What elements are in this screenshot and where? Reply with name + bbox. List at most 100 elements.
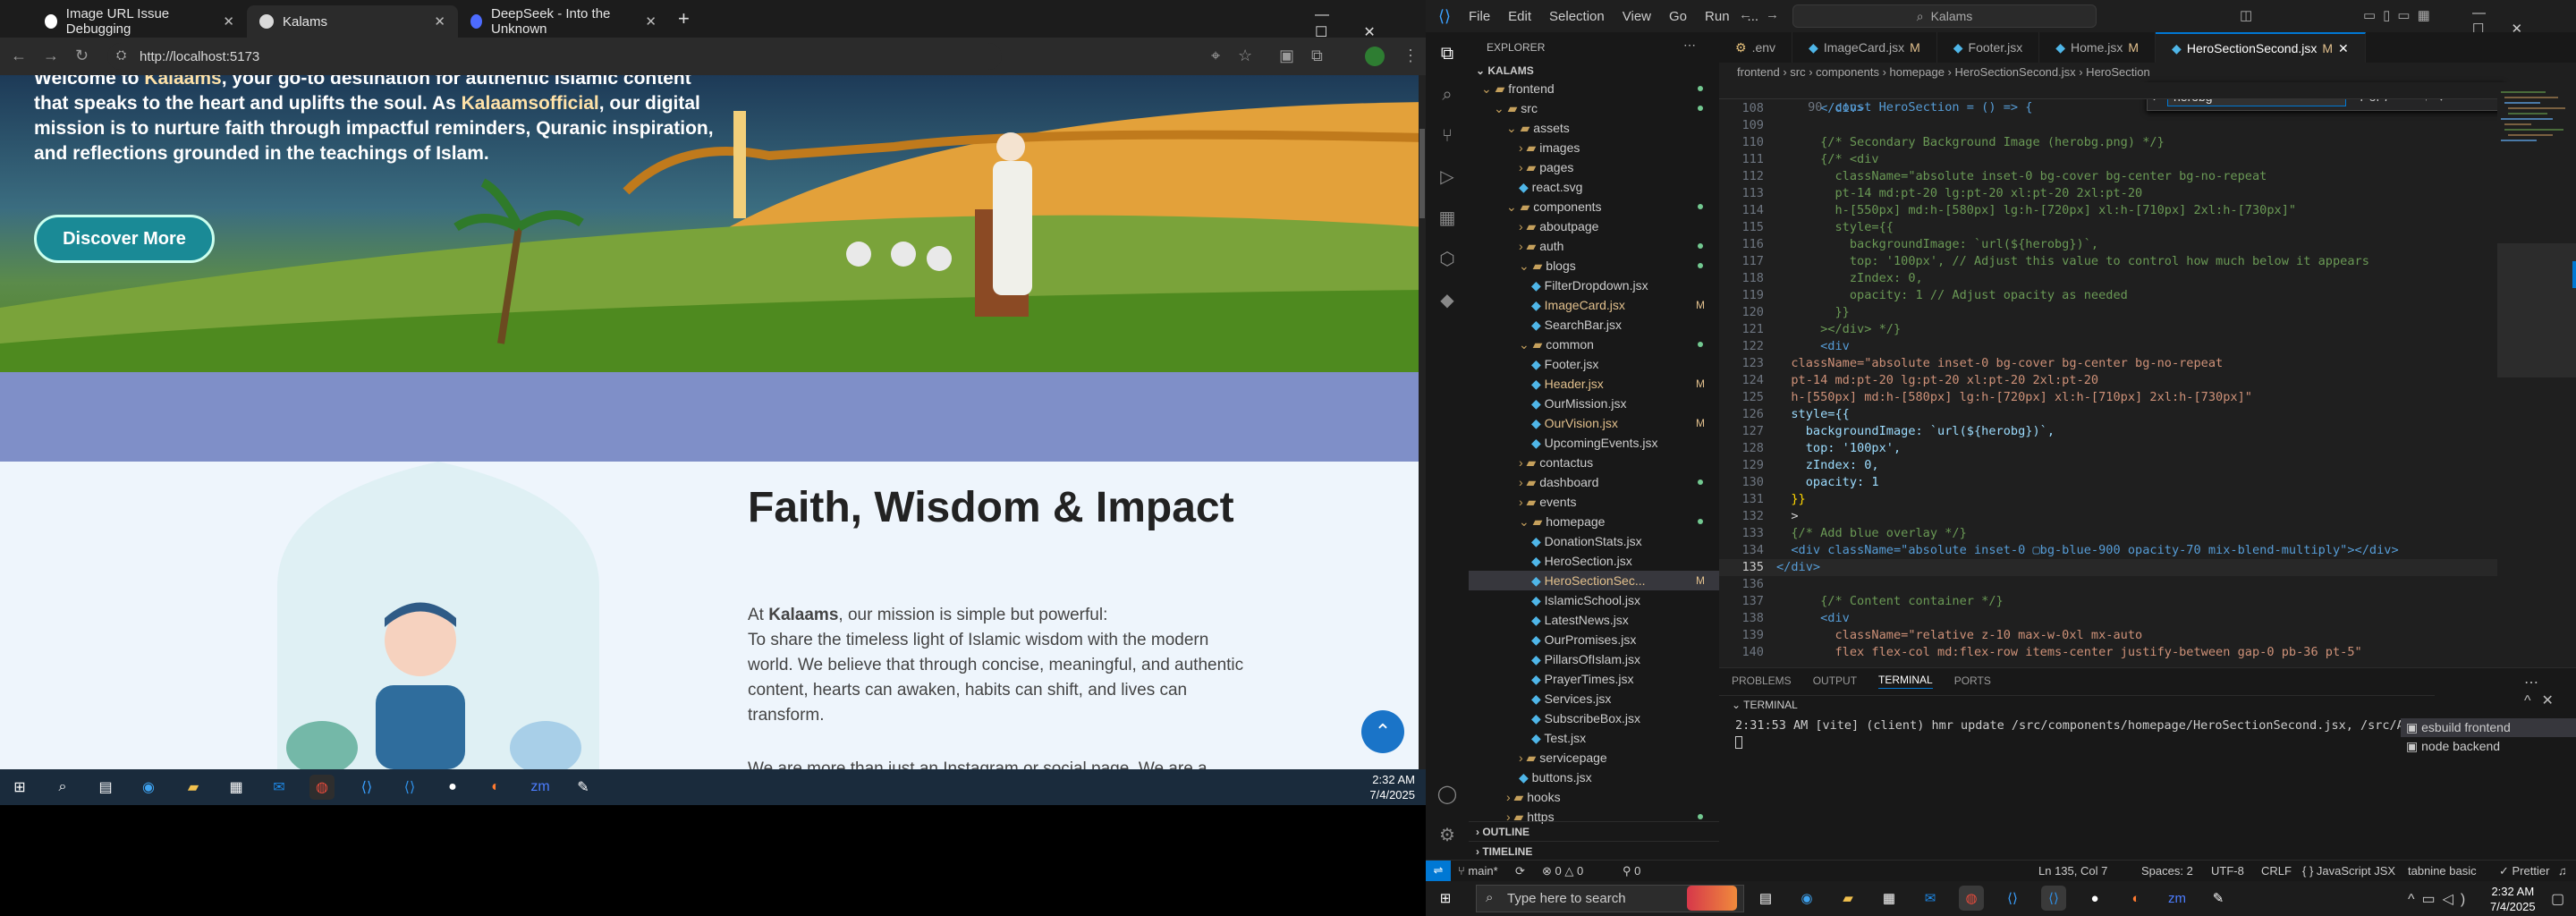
tree-folder[interactable]: › ▰ servicepage	[1469, 748, 1719, 768]
scrollbar-thumb[interactable]	[1419, 129, 1425, 218]
tree-file[interactable]: ◆ buttons.jsx	[1469, 768, 1719, 787]
problems-indicator[interactable]: ⊗ 0 △ 0	[1542, 864, 1583, 878]
tree-folder[interactable]: ⌄ ▰ src	[1469, 98, 1719, 118]
notifications-bell-icon[interactable]: ♫	[2558, 864, 2567, 878]
tree-folder[interactable]: ⌄ ▰ common	[1469, 335, 1719, 354]
tree-file[interactable]: ◆ OurMission.jsx	[1469, 394, 1719, 413]
workspace-root[interactable]: ⌄ KALAMS	[1469, 61, 1719, 81]
code-line[interactable]: 122 <div	[1719, 338, 2497, 355]
code-line[interactable]: 110 {/* Secondary Background Image (hero…	[1719, 134, 2497, 151]
terminal-output[interactable]: 2:31:53 AM [vite] (client) hmr update /s…	[1735, 718, 2484, 733]
menu-file[interactable]: File	[1469, 9, 1490, 24]
tree-file[interactable]: ◆ OurPromises.jsx	[1469, 630, 1719, 649]
tree-file[interactable]: ◆ Footer.jsx	[1469, 354, 1719, 374]
remote-indicator-icon[interactable]: ⇌	[1426, 861, 1451, 882]
encoding[interactable]: UTF-8	[2211, 864, 2244, 878]
tree-file[interactable]: ◆ HeroSectionSec... M	[1469, 571, 1719, 590]
editor-tab[interactable]: ◆ ImageCard.jsx M	[1792, 32, 1937, 63]
settings-gear-icon[interactable]: ⚙	[1436, 825, 1458, 846]
tree-file[interactable]: ◆ DonationStats.jsx	[1469, 531, 1719, 551]
remote-icon[interactable]: ⬡	[1436, 249, 1458, 270]
tree-folder[interactable]: › ▰ hooks	[1469, 787, 1719, 807]
prettier-status[interactable]: ✓ Prettier	[2499, 864, 2549, 878]
menu-go[interactable]: Go	[1669, 9, 1687, 24]
bookmark-star-icon[interactable]: ☆	[1238, 47, 1252, 65]
back-icon[interactable]: ←	[11, 47, 27, 65]
extensions-icon[interactable]: ▦	[1436, 208, 1458, 229]
code-line[interactable]: 111 {/* <div	[1719, 151, 2497, 168]
code-line[interactable]: 123 className="absolute inset-0 bg-cover…	[1719, 355, 2497, 372]
timeline-section[interactable]: › TIMELINE	[1469, 841, 1719, 861]
panel-tab-ports[interactable]: PORTS	[1954, 674, 1991, 687]
file-explorer-icon[interactable]: ▰	[181, 775, 206, 800]
paint-icon[interactable]: ✎	[2206, 886, 2231, 911]
code-line[interactable]: 120 }}	[1719, 304, 2497, 321]
indentation[interactable]: Spaces: 2	[2141, 864, 2193, 878]
code-line[interactable]: 117 top: '100px', // Adjust this value t…	[1719, 253, 2497, 270]
code-line[interactable]: 126 style={{	[1719, 406, 2497, 423]
tree-folder[interactable]: › ▰ pages	[1469, 157, 1719, 177]
menu-run[interactable]: Run	[1705, 9, 1730, 24]
tree-file[interactable]: ◆ Header.jsx M	[1469, 374, 1719, 394]
code-line[interactable]: 112 className="absolute inset-0 bg-cover…	[1719, 168, 2497, 185]
command-center-search[interactable]: ⌕ Kalams	[1792, 4, 2097, 28]
discover-more-button[interactable]: Discover More	[34, 215, 215, 263]
tree-file[interactable]: ◆ UpcomingEvents.jsx	[1469, 433, 1719, 453]
code-line[interactable]: 128 top: '100px',	[1719, 440, 2497, 457]
windows-start-icon[interactable]: ⊞	[1433, 886, 1458, 911]
tree-folder[interactable]: ⌄ ▰ assets	[1469, 118, 1719, 138]
minimap[interactable]	[2497, 82, 2576, 667]
line-ending[interactable]: CRLF	[2261, 864, 2292, 878]
menu-icon[interactable]: ⋮	[1402, 47, 1419, 65]
source-control-icon[interactable]: ⑂	[1436, 125, 1458, 147]
menu-selection[interactable]: Selection	[1549, 9, 1605, 24]
forward-icon[interactable]: →	[43, 47, 59, 65]
tree-folder[interactable]: ⌄ ▰ components	[1469, 197, 1719, 216]
profile-avatar[interactable]	[1365, 47, 1385, 66]
postman-icon[interactable]: ◐	[483, 775, 508, 800]
git-branch[interactable]: ⑂ main*	[1458, 864, 1498, 878]
editor-tab[interactable]: ◆ Footer.jsx	[1937, 32, 2040, 63]
tree-file[interactable]: ◆ Test.jsx	[1469, 728, 1719, 748]
vscode-icon[interactable]: ⟨⟩	[2041, 886, 2066, 911]
vscode-insiders-icon[interactable]: ⟨⟩	[2000, 886, 2025, 911]
file-explorer-icon[interactable]: ▰	[1835, 886, 1860, 911]
code-line[interactable]: 109	[1719, 117, 2497, 134]
nav-forward-icon[interactable]: →	[1766, 7, 1779, 22]
code-line[interactable]: 125 h-[550px] md:h-[580px] lg:h-[720px] …	[1719, 389, 2497, 406]
tree-folder[interactable]: ⌄ ▰ blogs	[1469, 256, 1719, 276]
tree-file[interactable]: ◆ PrayerTimes.jsx	[1469, 669, 1719, 689]
tree-file[interactable]: ◆ SearchBar.jsx	[1469, 315, 1719, 335]
account-icon[interactable]: ◯	[1436, 784, 1458, 805]
terminal-instance[interactable]: ▣ node backend	[2401, 737, 2576, 756]
code-line[interactable]: 124 pt-14 md:pt-20 lg:pt-20 xl:pt-20 2xl…	[1719, 372, 2497, 389]
tree-file[interactable]: ◆ react.svg	[1469, 177, 1719, 197]
tree-file[interactable]: ◆ ImageCard.jsx M	[1469, 295, 1719, 315]
edge-icon[interactable]: ◉	[1794, 886, 1819, 911]
system-clock[interactable]: 2:32 AM 7/4/2025	[2490, 884, 2536, 914]
new-tab-button[interactable]: +	[678, 7, 690, 30]
copilot-icon[interactable]: ◫	[2240, 7, 2252, 23]
code-line[interactable]: 121 ></div> */}	[1719, 321, 2497, 338]
edge-icon[interactable]: ◉	[136, 775, 161, 800]
address-bar[interactable]: ⛭ http://localhost:5173	[107, 43, 1002, 70]
code-line[interactable]: 136	[1719, 576, 2497, 593]
obs-icon[interactable]: ●	[440, 775, 465, 800]
code-line[interactable]: 131 }}	[1719, 491, 2497, 508]
panel-tab-output[interactable]: OUTPUT	[1813, 674, 1857, 687]
reload-icon[interactable]: ↻	[75, 47, 89, 65]
explorer-icon[interactable]: ⧉	[1436, 43, 1458, 64]
editor-tab[interactable]: ⚙ .env	[1719, 32, 1793, 63]
postman-icon[interactable]: ◐	[2123, 886, 2148, 911]
tree-folder[interactable]: › ▰ dashboard	[1469, 472, 1719, 492]
tree-file[interactable]: ◆ LatestNews.jsx	[1469, 610, 1719, 630]
code-line[interactable]: 118 zIndex: 0,	[1719, 270, 2497, 287]
system-clock[interactable]: 2:32 AM 7/4/2025	[1369, 772, 1415, 802]
tree-folder[interactable]: › ▰ aboutpage	[1469, 216, 1719, 236]
browser-tab-2[interactable]: DeepSeek - Into the Unknown ✕	[458, 5, 669, 38]
sticky-scroll-line[interactable]: 90 const HeroSection = () => {	[1719, 82, 2497, 114]
code-line[interactable]: 135 </div>	[1719, 559, 2497, 576]
vscode-icon[interactable]: ⟨⟩	[397, 775, 422, 800]
paint-icon[interactable]: ✎	[571, 775, 596, 800]
tree-file[interactable]: ◆ OurVision.jsx M	[1469, 413, 1719, 433]
